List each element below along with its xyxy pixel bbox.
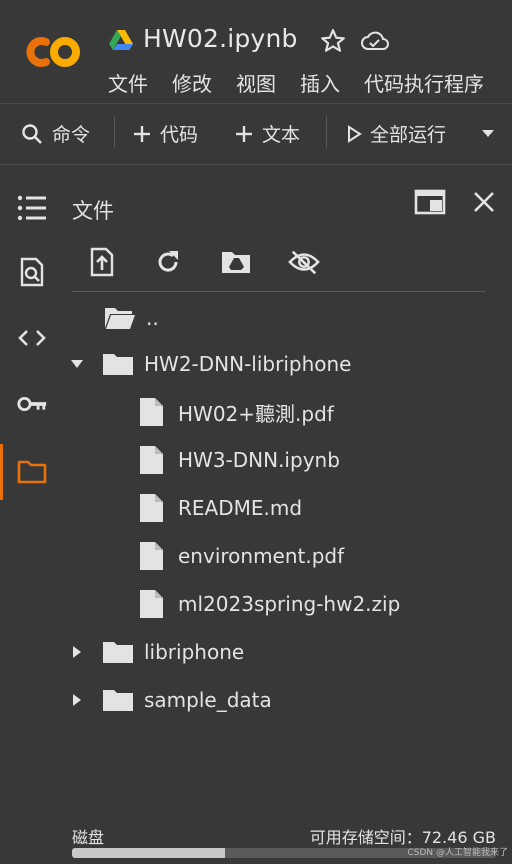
folder-row[interactable]: libriphone (70, 632, 244, 672)
secrets-button[interactable] (16, 388, 48, 420)
header-bar: HW02.ipynb 文件 修改 视图 插入 代码执行程序 (0, 0, 512, 103)
folder-label: libriphone (144, 640, 245, 664)
window-icon (414, 189, 446, 215)
files-toolbar-divider (72, 291, 485, 292)
close-icon (474, 192, 494, 212)
menu-file[interactable]: 文件 (108, 68, 148, 97)
folder-open-icon (104, 303, 136, 333)
files-button[interactable] (16, 456, 48, 488)
file-row[interactable]: ml2023spring-hw2.zip (136, 584, 400, 624)
folder-icon (102, 685, 134, 715)
refresh-icon (158, 251, 178, 272)
folder-label: sample_data (144, 688, 272, 712)
text-label: 文本 (262, 124, 301, 146)
plus-icon (134, 125, 150, 142)
mount-drive-button[interactable] (220, 246, 252, 278)
visibility-off-icon (288, 250, 320, 275)
folder-row-open[interactable]: HW2-DNN-libriphone (70, 344, 351, 384)
file-icon (136, 493, 168, 523)
folder-icon (102, 637, 134, 667)
menu-runtime[interactable]: 代码执行程序 (364, 68, 484, 97)
folder-icon (17, 460, 47, 484)
code-snippets-icon (18, 330, 46, 346)
header-divider (0, 103, 512, 104)
menu-view[interactable]: 视图 (236, 68, 276, 97)
file-icon (136, 541, 168, 571)
drive-folder-icon (222, 252, 250, 273)
toolbar-divider (0, 164, 512, 165)
parent-directory-row[interactable]: .. (104, 298, 159, 338)
find-icon (20, 257, 44, 287)
run-all-button[interactable]: 全部运行 (346, 120, 446, 147)
file-label: ml2023spring-hw2.zip (178, 592, 401, 616)
table-of-contents-button[interactable] (16, 192, 48, 224)
close-panel-button[interactable] (468, 186, 500, 218)
disk-label: 磁盘 (72, 828, 105, 847)
active-tab-indicator (0, 444, 3, 500)
dropdown-arrow-icon[interactable] (480, 128, 496, 138)
file-icon (136, 589, 168, 619)
menu-insert[interactable]: 插入 (300, 68, 340, 97)
colab-logo[interactable] (20, 30, 84, 74)
upload-button[interactable] (86, 246, 118, 278)
upload-file-icon (90, 247, 114, 277)
notebook-title[interactable]: HW02.ipynb (143, 24, 298, 53)
star-icon[interactable] (320, 28, 346, 54)
parent-directory-label: .. (146, 306, 159, 330)
cloud-saved-icon[interactable] (360, 28, 390, 54)
folder-label: HW2-DNN-libriphone (144, 352, 352, 376)
file-row[interactable]: README.md (136, 488, 302, 528)
command-label: 命令 (52, 124, 91, 146)
disk-usage-fill (72, 848, 225, 858)
file-icon (136, 397, 168, 427)
add-code-button[interactable]: 代码 (132, 120, 198, 147)
file-icon (136, 445, 168, 475)
expand-arrow-icon[interactable] (70, 645, 84, 659)
google-drive-icon[interactable] (108, 28, 134, 52)
collapse-arrow-icon[interactable] (70, 357, 84, 371)
menu-edit[interactable]: 修改 (172, 68, 212, 97)
run-all-label: 全部运行 (370, 124, 447, 146)
expand-arrow-icon[interactable] (70, 693, 84, 707)
command-palette-button[interactable]: 命令 (20, 120, 90, 147)
menu-bar: 文件 修改 视图 插入 代码执行程序 (108, 68, 508, 97)
code-snippets-button[interactable] (16, 322, 48, 354)
code-label: 代码 (160, 124, 199, 146)
files-panel-title: 文件 (72, 199, 114, 223)
play-icon (348, 124, 362, 143)
watermark: CSDN @人工智能我来了 (407, 848, 508, 858)
open-in-tab-button[interactable] (414, 186, 446, 218)
plus-icon (236, 125, 252, 142)
find-replace-button[interactable] (16, 256, 48, 288)
toolbar-separator (114, 116, 115, 148)
refresh-button[interactable] (152, 246, 184, 278)
file-label: HW3-DNN.ipynb (178, 448, 340, 472)
add-text-button[interactable]: 文本 (234, 120, 300, 147)
file-label: README.md (178, 496, 303, 520)
toggle-hidden-files-button[interactable] (288, 246, 320, 278)
file-row[interactable]: HW02+聽測.pdf (136, 392, 334, 432)
secrets-key-icon (17, 396, 47, 412)
search-icon (22, 123, 42, 144)
file-row[interactable]: HW3-DNN.ipynb (136, 440, 340, 480)
file-label: environment.pdf (178, 544, 345, 568)
folder-row[interactable]: sample_data (70, 680, 272, 720)
file-row[interactable]: environment.pdf (136, 536, 344, 576)
toc-icon (17, 195, 46, 221)
toolbar-separator (326, 116, 327, 148)
folder-icon (102, 349, 134, 379)
file-label: HW02+聽測.pdf (178, 401, 334, 426)
